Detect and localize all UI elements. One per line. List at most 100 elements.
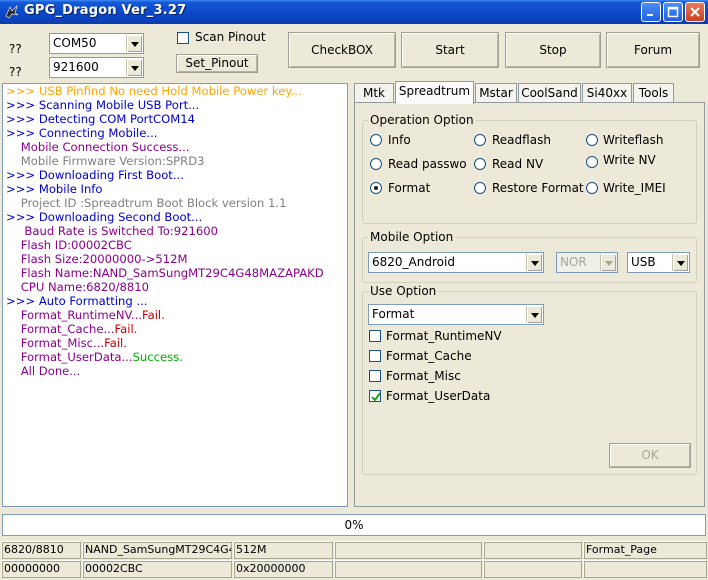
tab-coolsand[interactable]: CoolSand [518, 83, 581, 103]
chevron-down-icon[interactable] [672, 254, 688, 271]
radio-read-password-label: Read passwo [388, 157, 467, 171]
mobile-model-select[interactable]: 6820_Android [368, 252, 544, 273]
log-output[interactable]: >>> USB Pinfind No need Hold Mobile Powe… [2, 83, 348, 507]
chevron-down-icon[interactable] [600, 254, 616, 271]
scan-pinout-label: Scan Pinout [195, 30, 266, 44]
use-option-title: Use Option [368, 284, 439, 298]
log-line-text: >>> Downloading First Boot... [6, 168, 184, 182]
radio-write-imei[interactable] [586, 182, 598, 194]
radio-readflash[interactable] [474, 134, 486, 146]
log-line: Format_UserData...Success. [6, 350, 183, 364]
tab-mtk[interactable]: Mtk [354, 83, 394, 103]
forum-button[interactable]: Forum [606, 32, 700, 68]
com-port-value: COM50 [53, 36, 97, 50]
log-line: Flash Size:20000000->512M [6, 252, 188, 266]
radio-read-password[interactable] [370, 158, 382, 170]
radio-read-nv-label: Read NV [492, 157, 544, 171]
format-cache-label: Format_Cache [386, 349, 472, 363]
log-line-text: Mobile Connection Success... [6, 140, 190, 154]
log-line: >>> Mobile Info [6, 182, 103, 196]
radio-read-nv[interactable] [474, 158, 486, 170]
radio-info-label: Info [388, 133, 411, 147]
log-line-text: >>> Downloading Second Boot... [6, 210, 203, 224]
radio-writeflash-label: Writeflash [603, 133, 664, 147]
status-cell-r2c5 [483, 560, 582, 578]
log-line-text: >>> Mobile Info [6, 182, 103, 196]
log-line: >>> Downloading First Boot... [6, 168, 184, 182]
window-title: GPG_Dragon Ver_3.27 [24, 3, 187, 18]
chevron-down-icon[interactable] [126, 35, 142, 52]
log-line: Format_Misc...Fail. [6, 336, 127, 350]
start-button[interactable]: Start [401, 32, 499, 68]
status-cell-r1c4 [334, 541, 482, 559]
log-line-text: Flash ID:00002CBC [6, 238, 132, 252]
log-line: >>> Downloading Second Boot... [6, 210, 202, 224]
chevron-down-icon[interactable] [526, 306, 542, 323]
log-line-text: >>> Detecting COM PortCOM14 [6, 112, 195, 126]
log-line-text: >>> USB Pinfind No need Hold Mobile Powe… [6, 84, 302, 98]
scan-pinout-checkbox[interactable] [177, 32, 189, 44]
format-misc-checkbox[interactable] [369, 370, 381, 382]
checkbox-button[interactable]: CheckBOX [288, 32, 396, 68]
title-bar[interactable]: GPG_Dragon Ver_3.27 [0, 0, 708, 24]
format-runtimenv-checkbox[interactable] [369, 330, 381, 342]
radio-info[interactable] [370, 134, 382, 146]
log-line-text: >>> Auto Formatting ... [6, 294, 148, 308]
spreadtrum-tab-panel: Operation Option Info Readflash Writefla… [354, 102, 705, 507]
radio-readflash-label: Readflash [492, 133, 551, 147]
set-pinout-button[interactable]: Set_Pinout [176, 54, 258, 73]
log-line-result: Success. [132, 350, 183, 364]
minimize-button[interactable] [641, 2, 661, 22]
status-cpu: 6820/8810 [1, 541, 81, 559]
flash-type-value: NOR [560, 255, 587, 269]
log-line-text: >>> Connecting Mobile... [6, 126, 158, 140]
baud-rate-value: 921600 [53, 60, 99, 74]
chevron-down-icon[interactable] [126, 59, 142, 76]
radio-format[interactable] [370, 182, 382, 194]
status-page: Format_Page [583, 541, 707, 559]
progress-bar: 0% [2, 514, 706, 536]
log-line: Flash ID:00002CBC [6, 238, 132, 252]
connection-select[interactable]: USB [627, 252, 690, 273]
log-line-text: Mobile Firmware Version:SPRD3 [6, 154, 205, 168]
baud-rate-select[interactable]: 921600 [49, 57, 144, 78]
log-line-text: >>> Scanning Mobile USB Port... [6, 98, 200, 112]
stop-button[interactable]: Stop [505, 32, 601, 68]
status-cell-r1c5 [483, 541, 582, 559]
chevron-down-icon[interactable] [526, 254, 542, 271]
use-mode-value: Format [372, 307, 415, 321]
log-line: >>> USB Pinfind No need Hold Mobile Powe… [6, 84, 302, 98]
checkmark-icon [371, 392, 381, 402]
radio-restore-format[interactable] [474, 182, 486, 194]
log-line: >>> Connecting Mobile... [6, 126, 157, 140]
log-line-result: Fail. [104, 336, 127, 350]
log-line-text: Format_Cache... [6, 322, 115, 336]
operation-option-title: Operation Option [368, 113, 476, 127]
log-line-text: Project ID :Spreadtrum Boot Block versio… [6, 196, 287, 210]
log-line-text: Flash Name:NAND_SamSungMT29C4G48MAZAPAKD [6, 266, 324, 280]
flash-type-select[interactable]: NOR [556, 252, 618, 273]
use-mode-select[interactable]: Format [368, 304, 544, 325]
format-userdata-checkbox[interactable] [369, 390, 381, 402]
radio-write-nv-label: Write NV [603, 153, 656, 167]
status-flash-id: 00002CBC [82, 560, 232, 578]
tab-si40xx[interactable]: Si40xx [582, 83, 632, 103]
tab-mstar[interactable]: Mstar [475, 83, 517, 103]
tab-spreadtrum[interactable]: Spreadtrum [395, 81, 474, 104]
radio-writeflash[interactable] [586, 134, 598, 146]
log-line: Mobile Firmware Version:SPRD3 [6, 154, 205, 168]
radio-format-label: Format [388, 181, 431, 195]
format-misc-label: Format_Misc [386, 369, 461, 383]
log-line-text: CPU Name:6820/8810 [6, 280, 150, 294]
tab-tools[interactable]: Tools [633, 83, 674, 103]
log-line: Format_Cache...Fail. [6, 322, 138, 336]
ok-button[interactable]: OK [609, 443, 691, 468]
radio-write-nv[interactable] [586, 156, 598, 168]
com-port-label: ?? [9, 42, 22, 56]
log-line-text: Format_RuntimeNV... [6, 308, 142, 322]
com-port-select[interactable]: COM50 [49, 33, 144, 54]
log-line: CPU Name:6820/8810 [6, 280, 149, 294]
close-button[interactable] [685, 2, 705, 22]
maximize-button[interactable] [663, 2, 683, 22]
format-cache-checkbox[interactable] [369, 350, 381, 362]
